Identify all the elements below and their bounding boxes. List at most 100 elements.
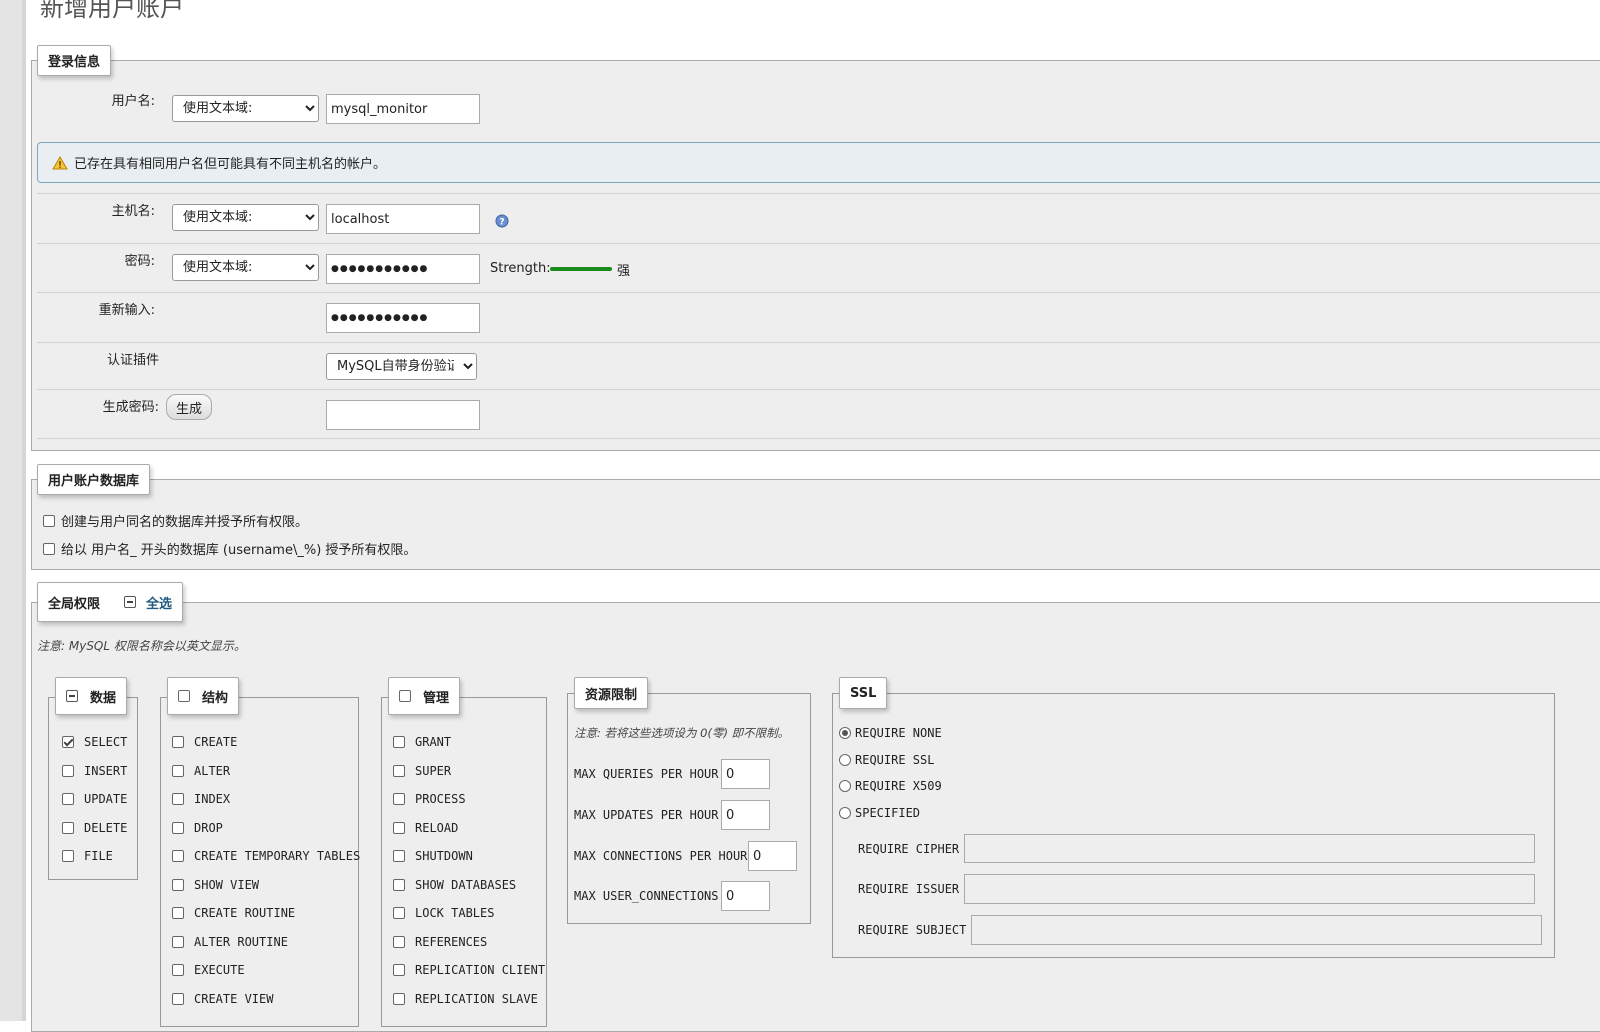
generate-button[interactable]: 生成 [166,394,212,420]
priv-checkbox[interactable] [172,964,184,976]
max-updates-label: MAX UPDATES PER HOUR [574,808,719,822]
priv-checkbox[interactable] [172,821,184,834]
priv-grant[interactable]: GRANT [393,733,545,751]
priv-replication-client[interactable]: REPLICATION CLIENT [393,961,545,979]
ssl-require-ssl[interactable]: REQUIRE SSL [839,751,942,769]
select-all-toggle[interactable]: 全选 [124,593,172,612]
priv-checkbox[interactable] [393,992,405,1005]
priv-delete[interactable]: DELETE [62,819,127,837]
priv-checkbox[interactable] [172,878,184,891]
admin-privileges-list: GRANT SUPER PROCESS RELOAD SHUTDOWN SHOW… [393,733,545,1008]
user-database-legend: 用户账户数据库 [37,464,151,495]
ssl-options: REQUIRE NONE REQUIRE SSL REQUIRE X509 SP… [839,724,942,822]
username-input[interactable] [326,94,480,124]
username-mode-select[interactable]: 使用文本域: [172,95,319,122]
priv-checkbox[interactable] [393,793,405,805]
priv-create-routine[interactable]: CREATE ROUTINE [172,904,360,922]
auth-plugin-select[interactable]: MySQL自带身份验证 [326,353,477,380]
require-subject-label: REQUIRE SUBJECT [858,923,967,937]
host-mode-select[interactable]: 使用文本域: [172,204,319,231]
help-icon[interactable]: ? [495,214,509,228]
priv-insert-checkbox[interactable] [62,764,74,777]
priv-insert[interactable]: INSERT [62,762,127,780]
priv-create[interactable]: CREATE [172,733,360,751]
priv-checkbox[interactable] [172,850,184,862]
max-queries-input[interactable] [721,759,770,789]
create-db-checkbox[interactable] [43,514,55,527]
priv-checkbox[interactable] [393,736,405,748]
priv-shutdown[interactable]: SHUTDOWN [393,847,545,865]
priv-checkbox[interactable] [393,964,405,976]
priv-checkbox[interactable] [393,935,405,948]
priv-super[interactable]: SUPER [393,762,545,780]
select-all-label[interactable]: 全选 [146,593,172,612]
priv-references[interactable]: REFERENCES [393,933,545,951]
priv-create-view[interactable]: CREATE VIEW [172,990,360,1008]
ssl-require-x509[interactable]: REQUIRE X509 [839,777,942,795]
ssl-radio[interactable] [839,727,851,739]
password-label: 密码: [124,254,155,269]
priv-alter[interactable]: ALTER [172,762,360,780]
priv-show-view[interactable]: SHOW VIEW [172,876,360,894]
data-select-all-icon[interactable] [66,690,78,702]
page-title: 新增用户账户 [40,0,184,22]
require-cipher-input[interactable] [964,834,1535,863]
priv-select[interactable]: SELECT [62,733,127,751]
priv-file[interactable]: FILE [62,847,127,865]
priv-drop[interactable]: DROP [172,819,360,837]
grant-wildcard-checkbox[interactable] [43,542,55,555]
require-subject-input[interactable] [971,915,1542,945]
structure-privileges-list: CREATE ALTER INDEX DROP CREATE TEMPORARY… [172,733,360,1008]
priv-checkbox[interactable] [172,764,184,777]
priv-update-checkbox[interactable] [62,793,74,805]
admin-select-all-checkbox[interactable] [399,690,411,702]
priv-lock-tables[interactable]: LOCK TABLES [393,904,545,922]
select-all-icon[interactable] [124,596,137,608]
priv-checkbox[interactable] [393,850,405,862]
ssl-radio[interactable] [839,780,851,792]
max-connections-input[interactable] [748,841,797,871]
priv-execute[interactable]: EXECUTE [172,961,360,979]
svg-text:?: ? [499,218,504,228]
create-db-option[interactable]: 创建与用户同名的数据库并授予所有权限。 [43,511,308,530]
generated-password-input[interactable] [326,400,480,430]
priv-checkbox[interactable] [172,935,184,948]
ssl-radio[interactable] [839,806,851,819]
priv-checkbox[interactable] [393,764,405,777]
max-updates-input[interactable] [721,800,770,830]
priv-checkbox[interactable] [393,907,405,919]
priv-checkbox[interactable] [172,992,184,1005]
host-input[interactable] [326,204,480,234]
priv-checkbox[interactable] [172,907,184,919]
priv-checkbox[interactable] [172,736,184,748]
priv-index[interactable]: INDEX [172,790,360,808]
priv-select-checkbox[interactable] [62,736,74,748]
warning-icon [52,155,68,169]
priv-replication-slave[interactable]: REPLICATION SLAVE [393,990,545,1008]
retype-password-input[interactable] [326,303,480,333]
priv-checkbox[interactable] [393,821,405,834]
grant-wildcard-option[interactable]: 给以 用户名_ 开头的数据库 (username\_%) 授予所有权限。 [43,539,416,558]
left-panel-resizer[interactable] [22,0,26,1021]
priv-show-databases[interactable]: SHOW DATABASES [393,876,545,894]
priv-file-checkbox[interactable] [62,850,74,862]
structure-select-all-checkbox[interactable] [178,690,190,702]
password-mode-select[interactable]: 使用文本域: [172,254,319,281]
existing-user-warning: 已存在具有相同用户名但可能具有不同主机名的帐户。 [37,142,1600,183]
priv-checkbox[interactable] [172,793,184,805]
priv-process[interactable]: PROCESS [393,790,545,808]
ssl-specified[interactable]: SPECIFIED [839,804,942,822]
priv-alter-routine[interactable]: ALTER ROUTINE [172,933,360,951]
max-user-connections-input[interactable] [721,881,770,911]
priv-update[interactable]: UPDATE [62,790,127,808]
priv-checkbox[interactable] [393,878,405,891]
grant-wildcard-label: 给以 用户名_ 开头的数据库 (username\_%) 授予所有权限。 [61,543,417,558]
require-issuer-input[interactable] [964,874,1535,904]
login-info-legend: 登录信息 [37,45,112,76]
password-input[interactable] [326,254,480,284]
ssl-radio[interactable] [839,753,851,766]
priv-create-temporary-tables[interactable]: CREATE TEMPORARY TABLES [172,847,360,865]
ssl-require-none[interactable]: REQUIRE NONE [839,724,942,742]
priv-delete-checkbox[interactable] [62,821,74,834]
priv-reload[interactable]: RELOAD [393,819,545,837]
